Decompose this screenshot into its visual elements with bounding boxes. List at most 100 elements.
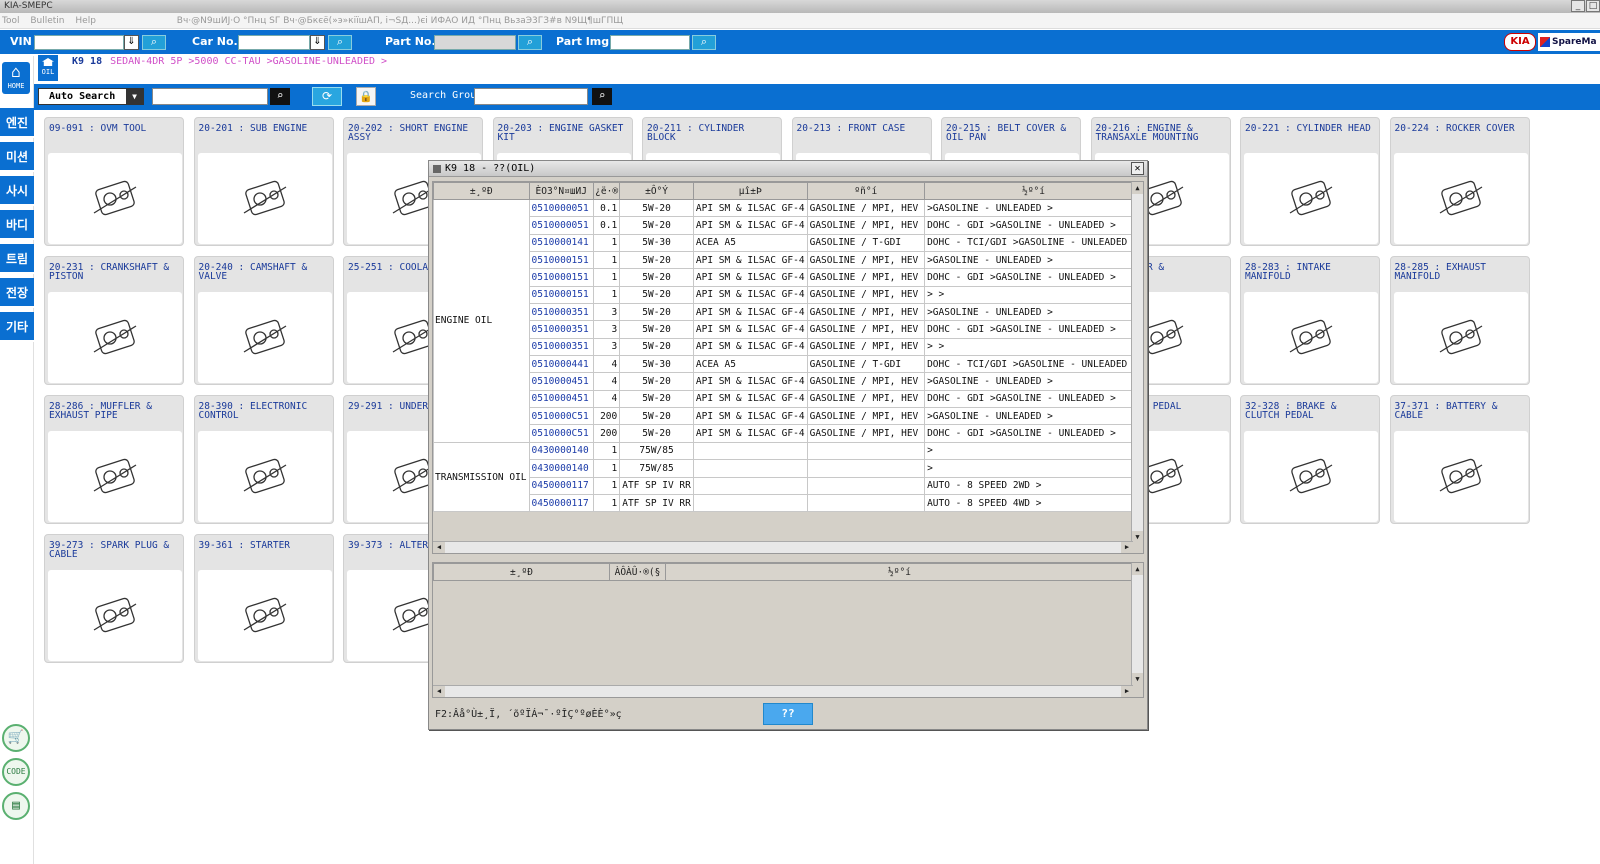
scroll-right-icon[interactable]: ▶: [1121, 542, 1133, 553]
part-number-cell[interactable]: 0510000351: [528, 337, 595, 357]
nav-trim[interactable]: 트림: [0, 244, 34, 274]
menu-bulletin[interactable]: Bulletin: [30, 16, 64, 26]
part-group-card[interactable]: 20-224 : ROCKER COVER: [1389, 117, 1530, 246]
scroll-up-icon[interactable]: ▲: [1132, 563, 1143, 575]
scroll-right-icon[interactable]: ▶: [1121, 686, 1133, 697]
table-row[interactable]: 0510000351 3 5W-20 API SM & ILSAC GF-4 GASOL…: [434, 303, 1143, 322]
part-group-card[interactable]: 39-273 : SPARK PLUG & CABLE: [44, 534, 184, 663]
lower-horizontal-scrollbar[interactable]: ◀ ▶: [433, 685, 1133, 697]
part-group-card[interactable]: 32-328 : BRAKE & CLUTCH PEDAL: [1240, 395, 1380, 524]
part-number-cell[interactable]: 0450000117: [528, 476, 595, 495]
part-number-cell[interactable]: 0510000151: [528, 251, 595, 270]
part-number-cell[interactable]: 0510000451: [528, 372, 595, 391]
search-group-input[interactable]: [474, 88, 588, 105]
table-row[interactable]: 0510000141 1 5W-30 ACEA A5 GASOLINE / T-GDI D…: [434, 233, 1143, 253]
col-header[interactable]: ±Ô°Ý: [619, 182, 694, 200]
table-row[interactable]: 0510000351 3 5W-20 API SM & ILSAC GF-4 GASOL…: [434, 320, 1143, 339]
nav-electrical[interactable]: 전장: [0, 278, 34, 308]
part-number-cell[interactable]: 0450000117: [528, 493, 595, 513]
table-row[interactable]: 0450000117 1 ATF SP IV RR AUTO - 8 SPEED 4W…: [434, 493, 1143, 513]
part-img-search-button[interactable]: ⌕: [692, 35, 716, 50]
oil-home-icon[interactable]: OIL: [38, 55, 58, 81]
search-mode-select[interactable]: Auto Search ▼: [38, 88, 144, 105]
home-button[interactable]: ⌂ HOME: [2, 62, 30, 94]
part-group-card[interactable]: 20-240 : CAMSHAFT & VALVE: [193, 256, 334, 385]
table-row[interactable]: ENGINE OIL 0510000051 0.1 5W-20 API SM & ILS…: [433, 198, 1143, 443]
scroll-down-icon[interactable]: ▼: [1132, 673, 1143, 685]
nav-engine[interactable]: 엔진: [0, 108, 34, 138]
refresh-search-button[interactable]: ⟳: [312, 87, 342, 106]
scroll-left-icon[interactable]: ◀: [433, 542, 445, 553]
col-header[interactable]: ºñ°í: [806, 182, 926, 200]
table-row[interactable]: 0510000151 1 5W-20 API SM & ILSAC GF-4 GASOL…: [434, 251, 1143, 270]
part-group-card[interactable]: 09-091 : OVM TOOL: [44, 117, 184, 246]
close-icon[interactable]: ✕: [1131, 162, 1144, 175]
car-no-search-button[interactable]: ⌕: [328, 35, 352, 50]
dialog-confirm-button[interactable]: ??: [763, 703, 813, 725]
part-number-cell[interactable]: 0510000051: [528, 216, 595, 235]
lock-button[interactable]: 🔒: [356, 87, 376, 106]
scroll-up-icon[interactable]: ▲: [1132, 182, 1143, 194]
part-no-input[interactable]: [434, 35, 516, 50]
chevron-down-icon[interactable]: ⇓: [124, 35, 139, 50]
keyword-search-button[interactable]: ⌕: [270, 88, 290, 105]
minimize-button[interactable]: _: [1571, 0, 1585, 12]
table-row[interactable]: 0450000117 1 ATF SP IV RR AUTO - 8 SPEED 2W…: [434, 476, 1143, 495]
chevron-down-icon[interactable]: ⇓: [310, 35, 325, 50]
part-group-card[interactable]: 28-286 : MUFFLER & EXHAUST PIPE: [44, 395, 184, 524]
table-row[interactable]: 0510000C51 200 5W-20 API SM & ILSAC GF-4 GAS…: [434, 407, 1143, 426]
cart-icon[interactable]: 🛒: [2, 724, 30, 752]
col-header[interactable]: ÈO3°N¤шИЈ: [528, 182, 595, 200]
maximize-button[interactable]: □: [1586, 0, 1600, 12]
table-row[interactable]: 0510000351 3 5W-20 API SM & ILSAC GF-4 GASOL…: [434, 337, 1143, 357]
part-group-card[interactable]: 28-390 : ELECTRONIC CONTROL: [193, 395, 334, 524]
lower-vertical-scrollbar[interactable]: ▲ ▼: [1131, 563, 1143, 685]
part-group-card[interactable]: 37-371 : BATTERY & CABLE: [1389, 395, 1530, 524]
table-row[interactable]: 0510000451 4 5W-20 API SM & ILSAC GF-4 GASOL…: [434, 389, 1143, 409]
part-number-cell[interactable]: 0510000451: [528, 389, 595, 409]
part-number-cell[interactable]: 0510000151: [528, 285, 595, 305]
table-vertical-scrollbar[interactable]: ▲ ▼: [1131, 182, 1143, 543]
part-no-search-button[interactable]: ⌕: [518, 35, 542, 50]
keyword-input[interactable]: [152, 88, 268, 105]
col-header[interactable]: ±¸ºÐ: [433, 563, 610, 581]
nav-transmission[interactable]: 미션: [0, 142, 34, 172]
nav-chassis[interactable]: 사시: [0, 176, 34, 206]
part-group-card[interactable]: 39-361 : STARTER: [193, 534, 334, 663]
menu-tool[interactable]: Tool: [2, 16, 19, 26]
part-number-cell[interactable]: 0510000351: [528, 303, 595, 322]
vin-input[interactable]: [34, 35, 124, 50]
part-img-input[interactable]: [610, 35, 690, 50]
part-group-card[interactable]: 28-283 : INTAKE MANIFOLD: [1240, 256, 1380, 385]
table-row[interactable]: 0510000C51 200 5W-20 API SM & ILSAC GF-4 GAS…: [434, 424, 1143, 443]
part-number-cell[interactable]: 0510000051: [528, 198, 595, 218]
document-icon[interactable]: ▤: [2, 792, 30, 820]
nav-other[interactable]: 기타: [0, 312, 34, 342]
part-number-cell[interactable]: 0510000151: [528, 268, 595, 287]
table-row[interactable]: 0510000151 1 5W-20 API SM & ILSAC GF-4 GASOL…: [434, 285, 1143, 305]
part-number-cell[interactable]: 0510000C51: [528, 424, 595, 443]
scroll-left-icon[interactable]: ◀: [433, 686, 445, 697]
car-no-input[interactable]: [238, 35, 310, 50]
col-header[interactable]: ¿ë·®: [592, 182, 621, 200]
col-header[interactable]: ½º°í: [924, 182, 1143, 200]
col-header[interactable]: ±¸ºÐ: [433, 182, 530, 200]
part-group-card[interactable]: 20-231 : CRANKSHAFT & PISTON: [44, 256, 184, 385]
col-header[interactable]: ½º°í: [665, 563, 1134, 581]
menu-help[interactable]: Help: [75, 16, 96, 26]
table-row[interactable]: 0510000441 4 5W-30 ACEA A5 GASOLINE / T-GDI D…: [434, 355, 1143, 374]
search-group-button[interactable]: ⌕: [592, 88, 612, 105]
table-row[interactable]: 0510000151 1 5W-20 API SM & ILSAC GF-4 GASOL…: [434, 268, 1143, 287]
part-group-card[interactable]: 20-221 : CYLINDER HEAD: [1240, 117, 1380, 246]
nav-body[interactable]: 바디: [0, 210, 34, 240]
table-row[interactable]: 0430000140 1 75W/85 >: [434, 459, 1143, 478]
table-row[interactable]: TRANSMISSION OIL 0430000140 1 75W/85 >: [433, 441, 1143, 513]
table-row[interactable]: 0510000451 4 5W-20 API SM & ILSAC GF-4 GASOL…: [434, 372, 1143, 391]
part-group-card[interactable]: 28-285 : EXHAUST MANIFOLD: [1389, 256, 1530, 385]
part-number-cell[interactable]: 0510000141: [528, 233, 595, 253]
part-group-card[interactable]: 20-201 : SUB ENGINE: [193, 117, 334, 246]
vin-search-button[interactable]: ⌕: [142, 35, 166, 50]
col-header[interactable]: ÀÔÀÛ·®(§: [609, 563, 666, 581]
code-icon[interactable]: CODE: [2, 758, 30, 786]
part-number-cell[interactable]: 0510000C51: [528, 407, 595, 426]
